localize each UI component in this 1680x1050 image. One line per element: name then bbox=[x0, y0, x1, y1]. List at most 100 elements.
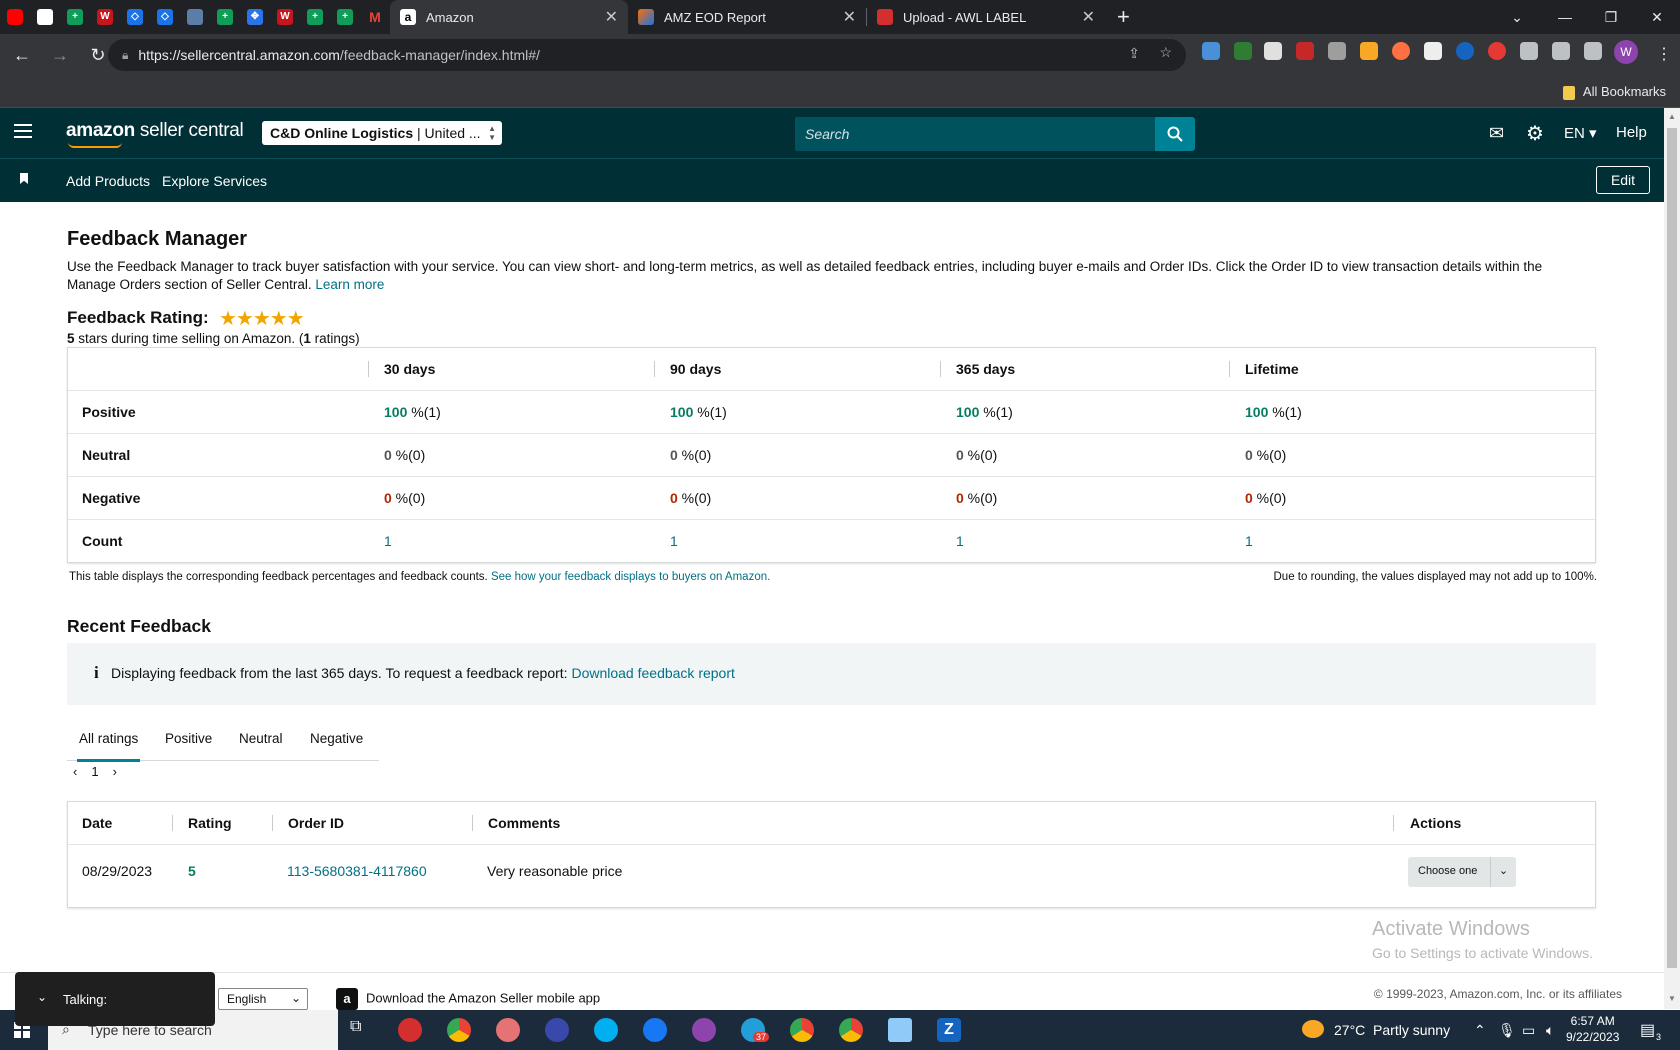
feedback-display-link[interactable]: See how your feedback displays to buyers… bbox=[491, 571, 770, 583]
pinned-tab-sheets-3[interactable]: + bbox=[210, 0, 240, 34]
learn-more-link[interactable]: Learn more bbox=[315, 277, 384, 292]
tab-upload-awl-label[interactable]: Upload - AWL LABEL ✕ bbox=[867, 0, 1105, 34]
mobile-app-link[interactable]: a Download the Amazon Seller mobile app bbox=[336, 988, 600, 1010]
pinned-tab-sheets[interactable] bbox=[30, 0, 60, 34]
chevron-right-icon[interactable]: › bbox=[113, 764, 117, 779]
extension-icon[interactable] bbox=[1360, 42, 1378, 60]
gear-icon[interactable]: ⚙ bbox=[1526, 121, 1544, 146]
menu-dots-icon[interactable]: ⋮ bbox=[1656, 44, 1672, 64]
extension-icon[interactable] bbox=[1264, 42, 1282, 60]
share-icon[interactable]: ⇪ bbox=[1128, 45, 1140, 62]
reading-list-icon[interactable] bbox=[1552, 42, 1570, 60]
count-value[interactable]: 1 bbox=[670, 533, 678, 549]
edit-button[interactable]: Edit bbox=[1596, 166, 1650, 194]
scroll-down-icon[interactable]: ▼ bbox=[1668, 994, 1676, 1003]
maximize-icon[interactable]: ❐ bbox=[1588, 0, 1634, 34]
extension-icon[interactable] bbox=[1296, 42, 1314, 60]
opera-icon[interactable] bbox=[398, 1018, 422, 1042]
scroll-up-icon[interactable]: ▲ bbox=[1668, 112, 1676, 121]
puzzle-icon[interactable] bbox=[1520, 42, 1538, 60]
pinned-tab-diamond-2[interactable]: ◇ bbox=[150, 0, 180, 34]
talking-indicator[interactable]: ⌄ Talking: bbox=[15, 972, 215, 1026]
pinned-tab-gmail[interactable]: M bbox=[360, 0, 390, 34]
scrollbar-thumb[interactable] bbox=[1667, 128, 1677, 968]
notification-icon[interactable]: ▤ bbox=[1640, 1020, 1655, 1040]
chrome-profile-icon[interactable] bbox=[839, 1018, 863, 1042]
clock-app-icon[interactable] bbox=[545, 1018, 569, 1042]
facebook-icon[interactable] bbox=[643, 1018, 667, 1042]
back-icon[interactable]: ← bbox=[6, 39, 38, 71]
search-input[interactable]: Search bbox=[795, 117, 1155, 151]
mail-icon[interactable]: ✉ bbox=[1489, 123, 1504, 144]
tab-amz-eod-report[interactable]: AMZ EOD Report ✕ bbox=[628, 0, 866, 34]
count-value[interactable]: 1 bbox=[1245, 533, 1253, 549]
close-icon[interactable]: ✕ bbox=[1082, 7, 1095, 27]
forward-icon[interactable]: → bbox=[44, 39, 76, 71]
download-feedback-report-link[interactable]: Download feedback report bbox=[571, 665, 734, 681]
chevron-up-icon[interactable]: ⌃ bbox=[1474, 1022, 1486, 1039]
tab-positive[interactable]: Positive bbox=[165, 731, 212, 746]
profile-avatar[interactable]: W bbox=[1614, 40, 1638, 64]
qr-icon[interactable] bbox=[1424, 42, 1442, 60]
tab-all-ratings[interactable]: All ratings bbox=[76, 731, 141, 762]
order-id-link[interactable]: 113-5680381-4117860 bbox=[287, 863, 427, 879]
taskbar-clock[interactable]: 6:57 AM 9/22/2023 bbox=[1566, 1013, 1619, 1045]
messenger-icon[interactable] bbox=[692, 1018, 716, 1042]
extension-icon[interactable] bbox=[1392, 42, 1410, 60]
minimize-icon[interactable]: — bbox=[1542, 0, 1588, 34]
volume-icon[interactable]: 🔈︎ bbox=[1546, 1022, 1554, 1039]
chevron-down-icon[interactable]: ⌄ bbox=[37, 990, 47, 1004]
all-bookmarks[interactable]: All Bookmarks bbox=[1562, 84, 1666, 100]
language-selector[interactable]: EN ▾ bbox=[1564, 124, 1597, 142]
url-bar[interactable]: 🔒︎ https://sellercentral.amazon.com/feed… bbox=[108, 39, 1186, 71]
task-view-icon[interactable]: ⧉ bbox=[350, 1018, 374, 1042]
extension-icon[interactable] bbox=[1202, 42, 1220, 60]
extension-icon[interactable] bbox=[1488, 42, 1506, 60]
tab-search-icon[interactable]: ⌄ bbox=[1494, 0, 1540, 34]
pinned-tab-dropbox[interactable]: ✥ bbox=[240, 0, 270, 34]
side-panel-icon[interactable] bbox=[1584, 42, 1602, 60]
notepad-icon[interactable] bbox=[888, 1018, 912, 1042]
nav-add-products[interactable]: Add Products bbox=[66, 173, 150, 189]
pinned-tab-w-1[interactable]: W bbox=[90, 0, 120, 34]
pinned-tab-sheets-2[interactable]: + bbox=[60, 0, 90, 34]
close-icon[interactable]: ✕ bbox=[605, 7, 618, 27]
help-link[interactable]: Help bbox=[1616, 124, 1647, 141]
zoom-icon[interactable]: Z bbox=[937, 1018, 961, 1042]
weather-text[interactable]: 27°C Partly sunny bbox=[1334, 1022, 1450, 1038]
tab-amazon[interactable]: a Amazon ✕ bbox=[390, 0, 628, 34]
account-switcher[interactable]: C&D Online Logistics | United ... ▲ ▼ bbox=[262, 121, 502, 145]
extension-icon[interactable] bbox=[1456, 42, 1474, 60]
chrome-icon[interactable] bbox=[447, 1018, 471, 1042]
menu-icon[interactable] bbox=[14, 124, 32, 138]
skype-icon[interactable] bbox=[594, 1018, 618, 1042]
window-close-icon[interactable]: ✕ bbox=[1634, 0, 1680, 34]
tab-neutral[interactable]: Neutral bbox=[239, 731, 283, 746]
page-number[interactable]: 1 bbox=[91, 764, 98, 779]
search-button[interactable] bbox=[1155, 117, 1195, 151]
pinned-tab-diamond-1[interactable]: ◇ bbox=[120, 0, 150, 34]
chrome-profile-icon[interactable] bbox=[790, 1018, 814, 1042]
pinned-tab-w-2[interactable]: W bbox=[270, 0, 300, 34]
seller-central-logo[interactable]: amazon seller central bbox=[66, 120, 244, 148]
new-tab-icon[interactable]: + bbox=[1117, 4, 1130, 30]
pinned-tab-sheets-5[interactable]: + bbox=[330, 0, 360, 34]
star-icon[interactable]: ☆ bbox=[1159, 44, 1172, 61]
tab-negative[interactable]: Negative bbox=[310, 731, 363, 746]
extension-icon[interactable] bbox=[1328, 42, 1346, 60]
count-value[interactable]: 1 bbox=[384, 533, 392, 549]
count-value[interactable]: 1 bbox=[956, 533, 964, 549]
network-icon[interactable]: ▭ bbox=[1522, 1022, 1535, 1039]
chevron-left-icon[interactable]: ‹ bbox=[73, 764, 77, 779]
footer-language-select[interactable]: English ⌄ bbox=[218, 988, 308, 1010]
extension-icon[interactable] bbox=[1234, 42, 1252, 60]
microphone-icon[interactable]: 🎙︎ bbox=[1498, 1022, 1516, 1039]
pinned-tab-sheets-4[interactable]: + bbox=[300, 0, 330, 34]
pinned-tab-card[interactable] bbox=[180, 0, 210, 34]
close-icon[interactable]: ✕ bbox=[843, 7, 856, 27]
page-scrollbar[interactable]: ▲ ▼ bbox=[1664, 108, 1680, 1009]
actions-dropdown[interactable]: Choose one ⌄ bbox=[1408, 857, 1516, 887]
weather-icon[interactable] bbox=[1302, 1020, 1324, 1038]
nav-explore-services[interactable]: Explore Services bbox=[162, 173, 267, 189]
pinned-tab-youtube[interactable] bbox=[0, 0, 30, 34]
